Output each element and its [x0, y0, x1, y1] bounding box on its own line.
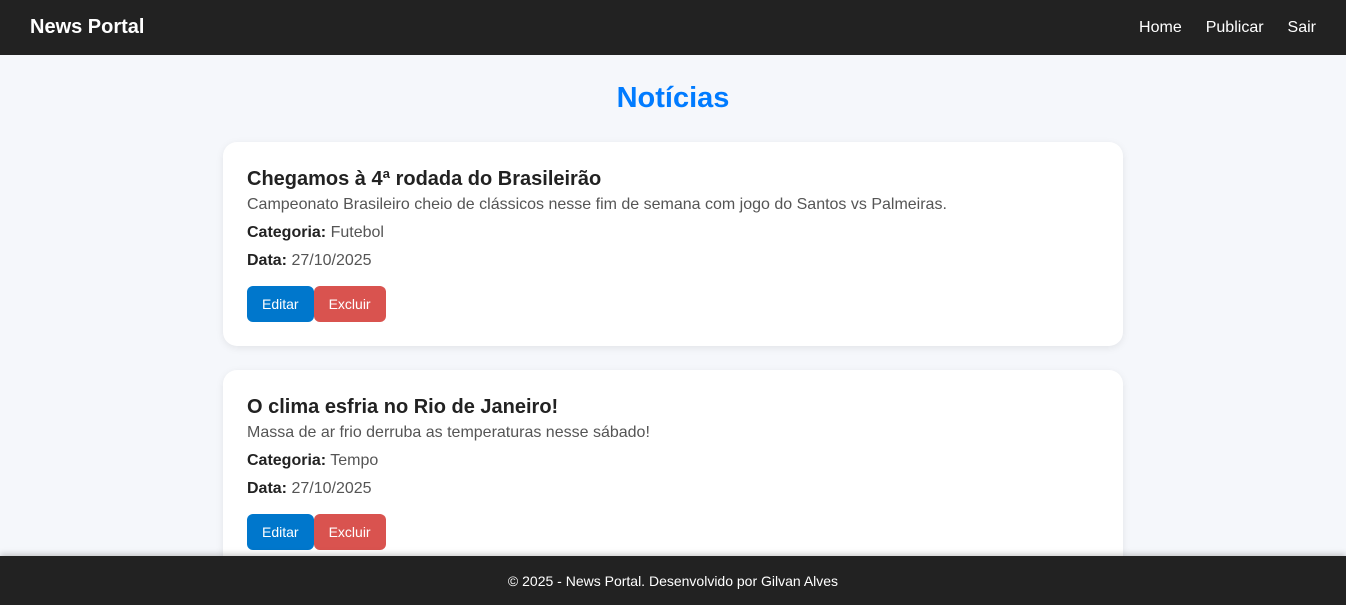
category-label: Categoria: — [247, 224, 327, 241]
nav-home[interactable]: Home — [1139, 19, 1182, 37]
nav-sair[interactable]: Sair — [1288, 19, 1316, 37]
news-card: Chegamos à 4ª rodada do Brasileirão Camp… — [223, 142, 1123, 346]
news-title: O clima esfria no Rio de Janeiro! — [247, 396, 559, 418]
news-list: Chegamos à 4ª rodada do Brasileirão Camp… — [223, 142, 1123, 574]
news-card: O clima esfria no Rio de Janeiro! Massa … — [223, 370, 1123, 574]
date-value: 27/10/2025 — [291, 252, 372, 269]
date-label: Data: — [247, 480, 288, 497]
news-title: Chegamos à 4ª rodada do Brasileirão — [247, 168, 602, 190]
news-description: Campeonato Brasileiro cheio de clássicos… — [247, 196, 947, 213]
delete-button[interactable]: Excluir — [313, 286, 386, 322]
page-title: Notícias — [616, 82, 730, 114]
date-label: Data: — [247, 252, 288, 269]
edit-button[interactable]: Editar — [247, 286, 314, 322]
news-description: Massa de ar frio derruba as temperaturas… — [247, 424, 650, 441]
news-category: Categoria: Futebol — [247, 222, 1099, 244]
news-date: Data: 27/10/2025 — [247, 250, 1099, 272]
nav-publicar[interactable]: Publicar — [1206, 19, 1264, 37]
card-actions: Editar Excluir — [247, 514, 1099, 550]
news-date: Data: 27/10/2025 — [247, 478, 1099, 500]
category-label: Categoria: — [247, 452, 327, 469]
date-value: 27/10/2025 — [291, 480, 372, 497]
edit-button[interactable]: Editar — [247, 514, 314, 550]
news-category: Categoria: Tempo — [247, 450, 1099, 472]
category-value: Tempo — [330, 452, 379, 469]
delete-button[interactable]: Excluir — [313, 514, 386, 550]
footer: © 2025 - News Portal. Desenvolvido por G… — [0, 556, 1346, 605]
card-actions: Editar Excluir — [247, 286, 1099, 322]
nav-links: Home Publicar Sair — [1139, 19, 1316, 37]
category-value: Futebol — [330, 224, 384, 241]
navbar: News Portal Home Publicar Sair — [0, 0, 1346, 55]
brand-logo[interactable]: News Portal — [30, 16, 144, 39]
